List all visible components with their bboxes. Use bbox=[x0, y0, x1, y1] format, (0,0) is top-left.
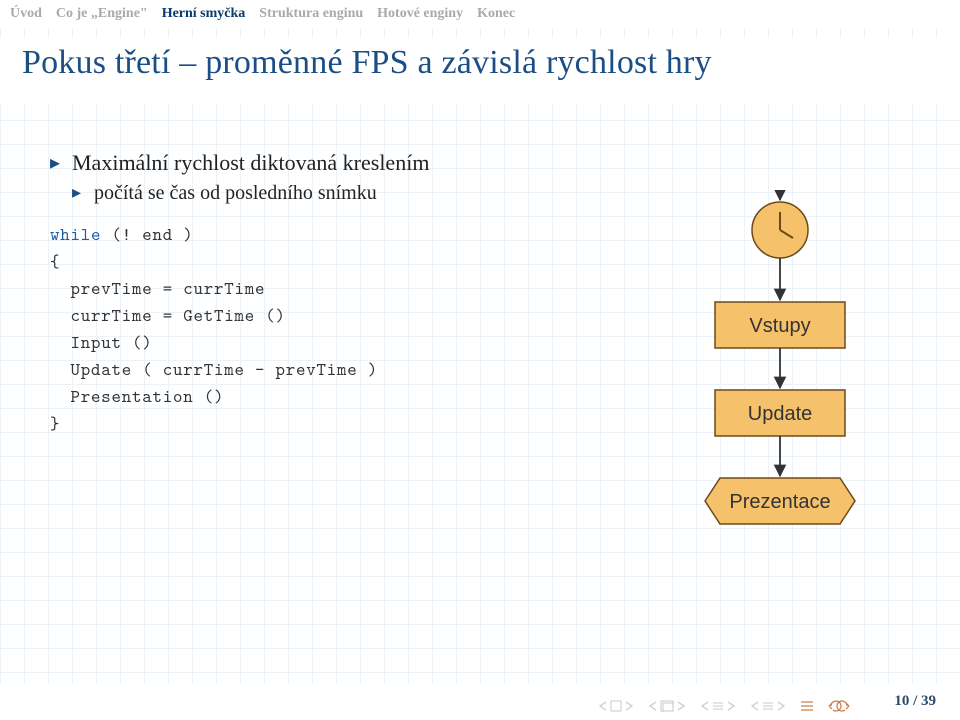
code-l6: Update ( currTime - prevTime ) bbox=[50, 357, 378, 381]
nav-item-hotove[interactable]: Hotové enginy bbox=[377, 6, 463, 22]
nav-item-konec[interactable]: Konec bbox=[477, 6, 515, 22]
code-l8: } bbox=[50, 411, 60, 435]
code-cond: (! end ) bbox=[112, 222, 194, 246]
nav-item-smycka[interactable]: Herní smyčka bbox=[162, 6, 246, 22]
content-area: Maximální rychlost diktovaná kreslením p… bbox=[50, 150, 630, 437]
nav-prev-frame[interactable] bbox=[648, 700, 686, 712]
code-l2: { bbox=[50, 249, 60, 273]
flowchart: Vstupy Update Prezentace bbox=[660, 190, 900, 610]
code-block: while (! end ) { prevTime = currTime cur… bbox=[50, 221, 630, 437]
nav-prev-section[interactable] bbox=[700, 701, 736, 711]
nav-prev-slide[interactable] bbox=[598, 700, 634, 712]
nav-back-forward[interactable] bbox=[828, 700, 850, 712]
bullet-1a-text: počítá se čas od posledního snímku bbox=[94, 182, 377, 204]
code-l3: prevTime = currTime bbox=[50, 276, 265, 300]
code-l7: Presentation () bbox=[50, 384, 224, 408]
beamer-nav-symbols bbox=[598, 700, 850, 712]
kw-while: while bbox=[50, 222, 101, 246]
nav-doc-icon[interactable] bbox=[800, 700, 814, 712]
bullet-1a: počítá se čas od posledního snímku bbox=[72, 182, 630, 205]
code-l4: currTime = GetTime () bbox=[50, 303, 286, 327]
nav-item-struktura[interactable]: Struktura enginu bbox=[259, 6, 363, 22]
code-l5: Input () bbox=[50, 330, 153, 354]
bullet-1-text: Maximální rychlost diktovaná kreslením bbox=[72, 150, 429, 175]
nav-prev-subsection[interactable] bbox=[750, 701, 786, 711]
box-update-label: Update bbox=[748, 403, 813, 425]
bullet-1: Maximální rychlost diktovaná kreslením p… bbox=[50, 150, 630, 205]
nav-item-engine[interactable]: Co je „Engine" bbox=[56, 6, 148, 22]
box-vstupy-label: Vstupy bbox=[749, 315, 810, 337]
box-prezentace-label: Prezentace bbox=[729, 491, 830, 513]
nav-item-uvod[interactable]: Úvod bbox=[10, 6, 42, 22]
page-number: 10 / 39 bbox=[894, 693, 936, 710]
slide-title: Pokus třetí – proměnné FPS a závislá ryc… bbox=[22, 44, 938, 82]
section-nav: Úvod Co je „Engine" Herní smyčka Struktu… bbox=[0, 0, 960, 28]
